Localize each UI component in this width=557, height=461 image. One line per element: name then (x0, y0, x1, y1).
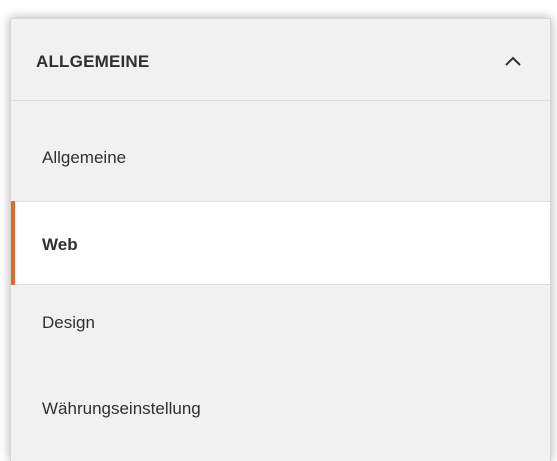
nav-item-label: Währungseinstellung (42, 399, 201, 418)
nav-item-allgemeine[interactable]: Allgemeine (11, 101, 550, 201)
nav-item-waehrungseinstellung[interactable]: Währungseinstellung (11, 369, 550, 461)
active-indicator (11, 201, 15, 285)
section-header-allgemeine[interactable]: ALLGEMEINE (11, 19, 550, 101)
nav-item-label: Design (42, 313, 95, 332)
nav-item-design[interactable]: Design (11, 285, 550, 369)
chevron-up-icon[interactable] (504, 55, 522, 67)
nav-item-label: Allgemeine (42, 148, 127, 167)
nav-item-web[interactable]: Web (11, 201, 550, 285)
section-title: ALLGEMEINE (36, 52, 150, 71)
nav-item-label: Web (42, 235, 78, 254)
config-navigation-panel: ALLGEMEINE Allgemeine Web Design Währung… (10, 18, 551, 461)
